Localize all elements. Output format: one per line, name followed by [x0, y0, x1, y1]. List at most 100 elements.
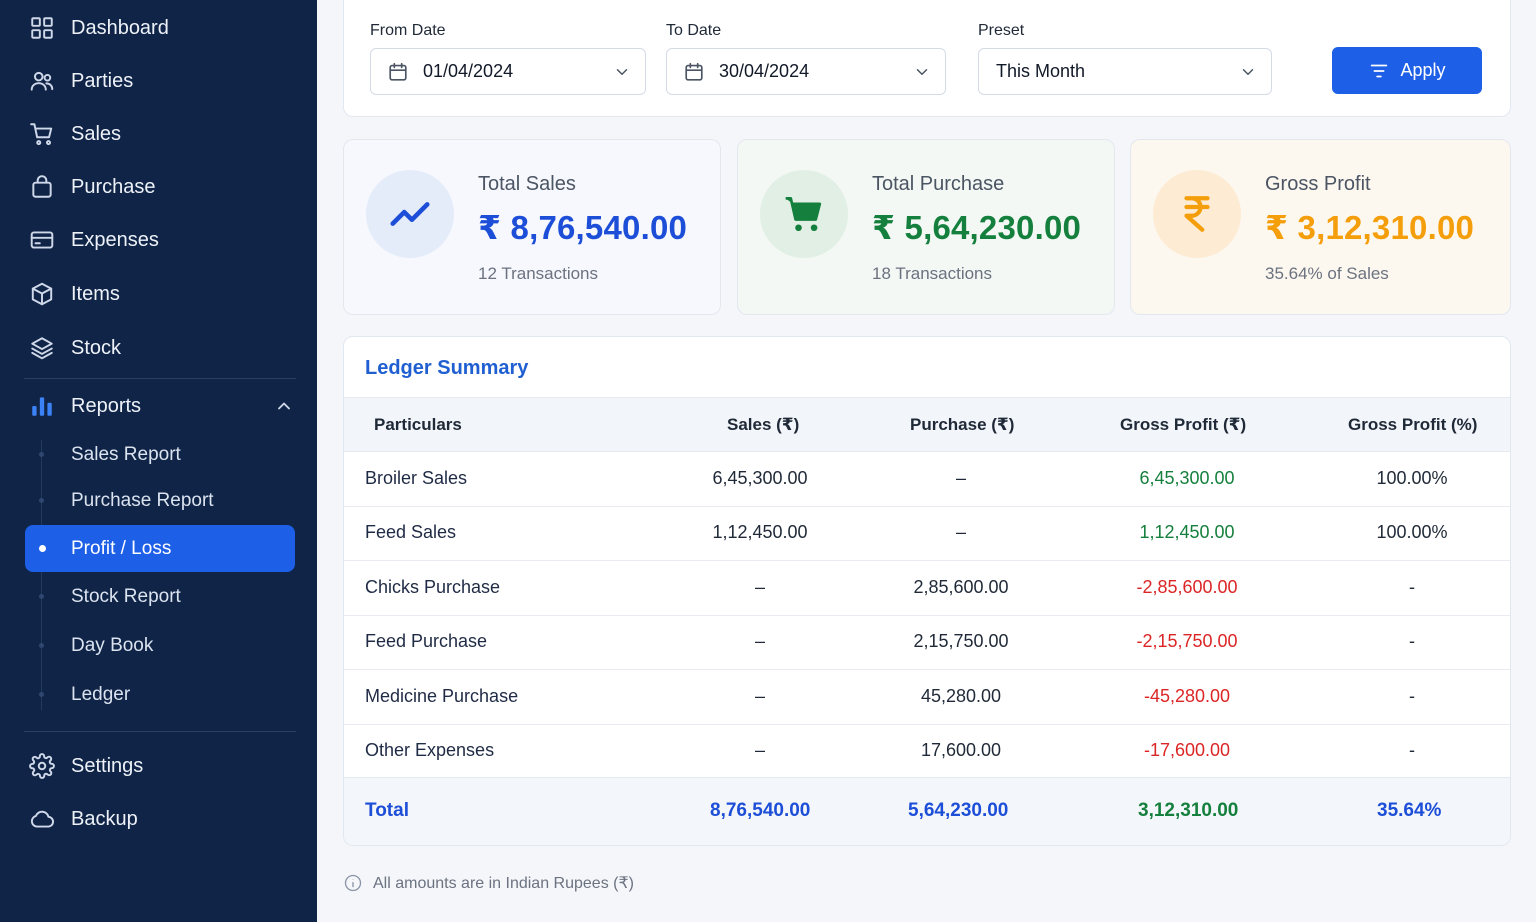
sidebar-item-stock[interactable]: Stock: [28, 328, 121, 368]
column-header-gross-profit: Gross Profit (₹): [1120, 415, 1247, 434]
row-particular: Feed Purchase: [365, 631, 488, 651]
row-profit: -17,600.00: [1143, 740, 1231, 760]
sidebar-item-label: Reports: [71, 394, 142, 417]
row-purchase: –: [955, 522, 967, 542]
footnote: All amounts are in Indian Rupees (₹): [343, 873, 634, 893]
sidebar-item-dashboard[interactable]: Dashboard: [28, 8, 169, 48]
total-sales: 8,76,540.00: [710, 800, 811, 821]
row-profit: 6,45,300.00: [1139, 468, 1235, 488]
preset-select[interactable]: This Month: [978, 48, 1272, 95]
gear-icon: [28, 752, 56, 780]
filter-icon: [1371, 64, 1388, 77]
sidebar-subitem-sales-report[interactable]: Sales Report: [71, 438, 181, 472]
row-sales: 6,45,300.00: [712, 468, 808, 488]
ledger-summary-card: Ledger Summary Particulars Sales (₹) Pur…: [343, 336, 1511, 846]
table-row: Feed Purchase – 2,15,750.00 -2,15,750.00 -: [344, 615, 1510, 670]
stat-card-total-purchase: Total Purchase ₹ 5,64,230.00 18 Transact…: [737, 139, 1115, 315]
sidebar-item-items[interactable]: Items: [28, 274, 120, 314]
chevron-down-icon: [916, 69, 928, 75]
row-purchase: –: [955, 468, 967, 488]
row-sales: 1,12,450.00: [712, 522, 808, 542]
to-date-input[interactable]: 30/04/2024: [666, 48, 946, 95]
row-purchase: 45,280.00: [920, 686, 1002, 706]
column-header-particulars: Particulars: [374, 415, 462, 434]
sidebar-item-label: Items: [71, 282, 120, 305]
layers-icon: [28, 334, 56, 362]
sidebar-item-label: Backup: [71, 807, 138, 830]
row-profit: -2,15,750.00: [1136, 631, 1238, 651]
from-date-value: 01/04/2024: [423, 61, 514, 81]
calendar-icon: [685, 62, 703, 81]
submenu-dot: [39, 643, 44, 648]
sidebar-subitem-label: Profit / Loss: [71, 537, 172, 559]
column-header-sales: Sales (₹): [727, 415, 800, 434]
stat-value: ₹ 5,64,230.00: [872, 209, 1082, 246]
sidebar-subitem-profit-loss[interactable]: Profit / Loss: [25, 525, 295, 572]
row-purchase: 2,15,750.00: [913, 631, 1009, 651]
sidebar-item-sales[interactable]: Sales: [28, 114, 121, 154]
column-header-gross-profit-pct: Gross Profit (%): [1348, 415, 1478, 434]
table-row: Other Expenses – 17,600.00 -17,600.00 -: [344, 724, 1510, 779]
info-icon: [344, 874, 362, 892]
sidebar-subitem-ledger[interactable]: Ledger: [71, 678, 130, 712]
from-date-label: From Date: [370, 22, 446, 39]
row-particular: Feed Sales: [365, 522, 457, 542]
row-sales: –: [754, 740, 766, 760]
rupee-icon: [1153, 170, 1241, 258]
stat-card-total-sales: Total Sales ₹ 8,76,540.00 12 Transaction…: [343, 139, 721, 315]
stat-value: ₹ 3,12,310.00: [1265, 209, 1475, 246]
sidebar-subitem-purchase-report[interactable]: Purchase Report: [71, 484, 214, 518]
apply-label: Apply: [1400, 60, 1446, 80]
row-particular: Other Expenses: [365, 740, 495, 760]
sidebar-item-settings[interactable]: Settings: [28, 746, 143, 786]
total-profit: 3,12,310.00: [1138, 800, 1239, 821]
row-purchase: 2,85,600.00: [913, 577, 1009, 597]
chevron-down-icon: [1242, 69, 1254, 75]
total-purchase: 5,64,230.00: [908, 800, 1009, 821]
sidebar-item-purchase[interactable]: Purchase: [28, 167, 156, 207]
calendar-icon: [389, 62, 407, 81]
active-dot: [39, 545, 46, 552]
table-row: Medicine Purchase – 45,280.00 -45,280.00 -: [344, 670, 1510, 725]
chevron-up-icon[interactable]: [274, 396, 294, 416]
card-icon: [28, 226, 56, 254]
sidebar-item-backup[interactable]: Backup: [28, 799, 138, 839]
sidebar-item-label: Dashboard: [71, 16, 169, 39]
row-purchase: 17,600.00: [920, 740, 1002, 760]
grid-icon: [28, 14, 56, 42]
table-header: Particulars Sales (₹) Purchase (₹) Gross…: [344, 397, 1510, 452]
sidebar-divider: [24, 378, 296, 379]
sidebar-item-label: Expenses: [71, 228, 159, 251]
stat-subtitle: 18 Transactions: [872, 264, 993, 283]
sidebar-item-parties[interactable]: Parties: [28, 61, 133, 101]
apply-button[interactable]: Apply: [1332, 47, 1482, 94]
row-profit: 1,12,450.00: [1139, 522, 1235, 542]
sidebar-item-expenses[interactable]: Expenses: [28, 220, 159, 260]
sidebar-item-reports[interactable]: Reports: [28, 386, 141, 426]
to-date-label: To Date: [666, 22, 722, 39]
from-date-input[interactable]: 01/04/2024: [370, 48, 646, 95]
submenu-dot: [39, 498, 44, 503]
bar-chart-icon: [28, 392, 56, 420]
row-profit: -45,280.00: [1143, 686, 1231, 706]
row-sales: –: [754, 631, 766, 651]
submenu-line: [41, 440, 42, 710]
sidebar-item-label: Stock: [71, 336, 122, 359]
box-icon: [28, 280, 56, 308]
stat-title: Total Sales: [478, 173, 576, 195]
table-row: Chicks Purchase – 2,85,600.00 -2,85,600.00 -: [344, 561, 1510, 616]
sidebar-subitem-day-book[interactable]: Day Book: [71, 629, 153, 663]
preset-value: This Month: [996, 61, 1086, 81]
row-pct: -: [1409, 631, 1415, 651]
row-pct: 100.00%: [1376, 522, 1448, 542]
stat-subtitle: 35.64% of Sales: [1265, 264, 1389, 283]
row-particular: Broiler Sales: [365, 468, 468, 488]
cloud-icon: [28, 805, 56, 833]
table-row: Broiler Sales 6,45,300.00 – 6,45,300.00 100.…: [344, 452, 1510, 507]
footnote-text: All amounts are in Indian Rupees (₹): [373, 875, 634, 892]
sidebar: Dashboard Parties Sales Purchase Expense…: [0, 0, 317, 922]
preset-label: Preset: [978, 22, 1025, 39]
row-pct: -: [1409, 686, 1415, 706]
row-profit: -2,85,600.00: [1136, 577, 1238, 597]
sidebar-subitem-stock-report[interactable]: Stock Report: [71, 580, 181, 614]
